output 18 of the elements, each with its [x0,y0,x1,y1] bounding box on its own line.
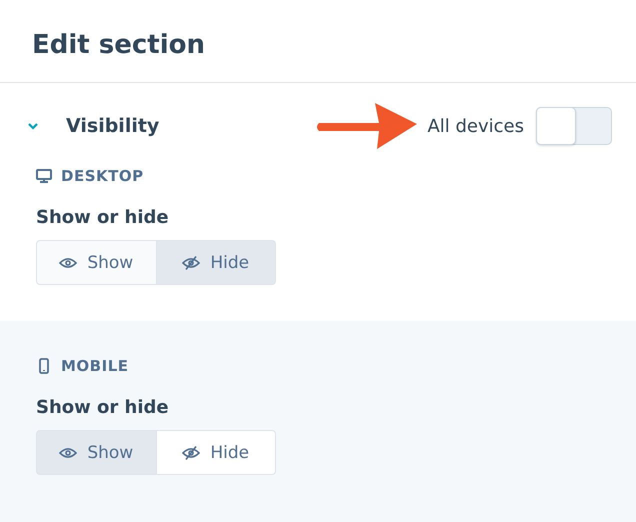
field-label: Show or hide [36,397,169,418]
phone-icon [36,358,52,374]
toggle-label: All devices [427,116,524,136]
eye-off-icon [182,446,200,460]
toggle-switch[interactable] [536,107,612,145]
segment-option[interactable]: Hide [156,240,276,285]
device-heading: MOBILE [61,357,128,375]
eye-icon [59,256,78,270]
monitor-icon [36,168,52,184]
field-label: Show or hide [36,207,169,228]
device-heading: DESKTOP [61,167,144,185]
section-label[interactable]: Visibility [66,115,160,137]
eye-icon [59,446,78,460]
segment-option[interactable]: Show [36,240,156,285]
segment-option[interactable]: Hide [156,430,276,475]
eye-off-icon [182,256,200,270]
segment-option[interactable]: Show [36,430,156,475]
panel-title: Edit section [31,29,206,62]
